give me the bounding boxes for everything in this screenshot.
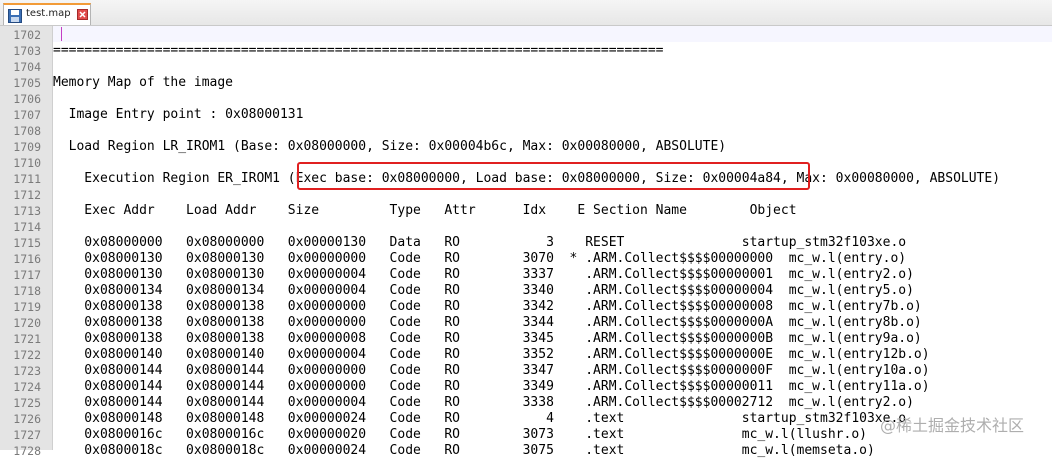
line-number: 1726 bbox=[13, 412, 41, 426]
line-number: 1721 bbox=[13, 332, 41, 346]
code-line[interactable]: Memory Map of the image bbox=[53, 75, 233, 91]
code-line[interactable]: 0x08000148 0x08000148 0x00000024 Code RO… bbox=[53, 411, 906, 427]
line-number: 1723 bbox=[13, 364, 41, 378]
tab-filename: test.map bbox=[26, 8, 71, 19]
line-number: 1706 bbox=[13, 92, 41, 106]
line-number: 1703 bbox=[13, 44, 41, 58]
code-line[interactable]: 0x08000144 0x08000144 0x00000000 Code RO… bbox=[53, 363, 929, 379]
code-line[interactable]: 0x08000000 0x08000000 0x00000130 Data RO… bbox=[53, 235, 906, 251]
text-cursor bbox=[61, 27, 62, 41]
line-number: 1711 bbox=[13, 172, 41, 186]
line-number: 1720 bbox=[13, 316, 41, 330]
text-editor[interactable]: ========================================… bbox=[53, 26, 1052, 458]
close-icon[interactable] bbox=[77, 9, 88, 20]
line-number: 1712 bbox=[13, 188, 41, 202]
line-number: 1717 bbox=[13, 268, 41, 282]
tab-bar: test.map bbox=[0, 0, 1052, 26]
line-number: 1725 bbox=[13, 396, 41, 410]
code-line[interactable]: 0x08000138 0x08000138 0x00000000 Code RO… bbox=[53, 315, 921, 331]
line-number: 1728 bbox=[13, 444, 41, 458]
floppy-disk-icon bbox=[8, 8, 22, 23]
code-line[interactable]: 0x08000134 0x08000134 0x00000004 Code RO… bbox=[53, 283, 914, 299]
code-line[interactable]: 0x0800018c 0x0800018c 0x00000024 Code RO… bbox=[53, 443, 875, 459]
code-line[interactable]: 0x08000130 0x08000130 0x00000000 Code RO… bbox=[53, 251, 906, 267]
code-line[interactable]: ========================================… bbox=[53, 43, 663, 59]
file-tab-test-map[interactable]: test.map bbox=[3, 3, 91, 25]
code-line[interactable]: Exec Addr Load Addr Size Type Attr Idx E… bbox=[53, 203, 796, 219]
line-number: 1713 bbox=[13, 204, 41, 218]
line-number: 1705 bbox=[13, 76, 41, 90]
code-line[interactable]: Load Region LR_IROM1 (Base: 0x08000000, … bbox=[53, 139, 726, 155]
line-number: 1724 bbox=[13, 380, 41, 394]
line-number: 1715 bbox=[13, 236, 41, 250]
line-number: 1719 bbox=[13, 300, 41, 314]
line-number: 1714 bbox=[13, 220, 41, 234]
code-line[interactable]: 0x08000140 0x08000140 0x00000004 Code RO… bbox=[53, 347, 929, 363]
code-line[interactable]: 0x08000144 0x08000144 0x00000000 Code RO… bbox=[53, 379, 929, 395]
annotation-highlight-box bbox=[297, 162, 810, 190]
watermark: @稀土掘金技术社区 bbox=[880, 416, 1025, 435]
line-number: 1708 bbox=[13, 124, 41, 138]
line-number: 1727 bbox=[13, 428, 41, 442]
line-number: 1704 bbox=[13, 60, 41, 74]
code-line[interactable]: 0x08000138 0x08000138 0x00000000 Code RO… bbox=[53, 299, 921, 315]
line-number: 1709 bbox=[13, 140, 41, 154]
code-line[interactable]: 0x08000130 0x08000130 0x00000004 Code RO… bbox=[53, 267, 914, 283]
code-line[interactable]: 0x08000138 0x08000138 0x00000008 Code RO… bbox=[53, 331, 921, 347]
code-line[interactable]: Image Entry point : 0x08000131 bbox=[53, 107, 304, 123]
line-number: 1702 bbox=[13, 28, 41, 42]
line-number: 1718 bbox=[13, 284, 41, 298]
line-number: 1716 bbox=[13, 252, 41, 266]
line-number: 1710 bbox=[13, 156, 41, 170]
line-number: 1707 bbox=[13, 108, 41, 122]
line-number-gutter: 1702 1703 1704 1705 1706 1707 1708 1709 1710 1711… bbox=[0, 26, 53, 458]
code-line[interactable]: 0x0800016c 0x0800016c 0x00000020 Code RO… bbox=[53, 427, 867, 443]
code-line[interactable]: 0x08000144 0x08000144 0x00000004 Code RO… bbox=[53, 395, 914, 411]
line-number: 1722 bbox=[13, 348, 41, 362]
